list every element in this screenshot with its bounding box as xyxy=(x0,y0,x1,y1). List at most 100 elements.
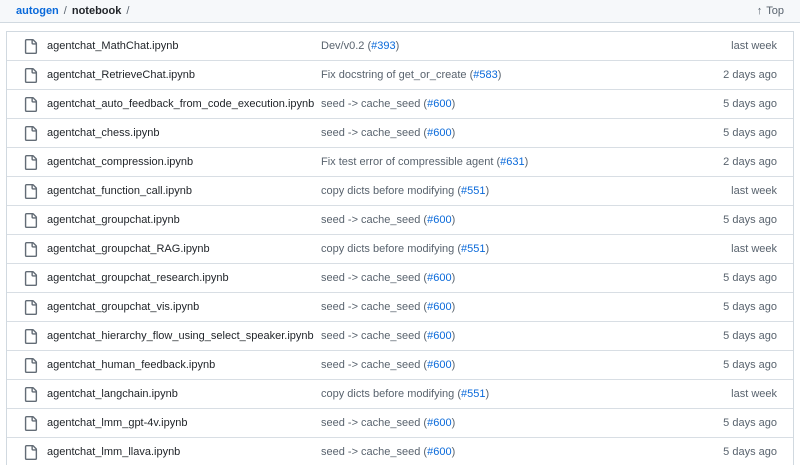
commit-message-text[interactable]: Fix test error of compressible agent ( xyxy=(321,156,500,168)
breadcrumb-current-dir: notebook xyxy=(71,5,122,17)
file-icon xyxy=(23,270,38,286)
file-name-cell: agentchat_hierarchy_flow_using_select_sp… xyxy=(23,328,321,344)
commit-time: 5 days ago xyxy=(723,301,777,313)
file-name[interactable]: agentchat_langchain.ipynb xyxy=(47,388,178,400)
file-icon xyxy=(23,183,38,199)
commit-pr-link[interactable]: #551 xyxy=(461,185,485,197)
commit-message-text[interactable]: seed -> cache_seed ( xyxy=(321,330,427,342)
file-name-cell: agentchat_groupchat_vis.ipynb xyxy=(23,299,321,315)
commit-pr-link[interactable]: #600 xyxy=(427,127,451,139)
breadcrumb-separator: / xyxy=(63,5,67,17)
commit-pr-link[interactable]: #600 xyxy=(427,359,451,371)
commit-message-text[interactable]: Fix docstring of get_or_create ( xyxy=(321,69,473,81)
commit-time: 2 days ago xyxy=(723,69,777,81)
commit-message-text[interactable]: copy dicts before modifying ( xyxy=(321,185,461,197)
commit-pr-link[interactable]: #600 xyxy=(427,272,451,284)
commit-message-cell: Fix test error of compressible agent (#6… xyxy=(321,156,701,168)
file-name[interactable]: agentchat_auto_feedback_from_code_execut… xyxy=(47,98,314,110)
file-name-cell: agentchat_lmm_gpt-4v.ipynb xyxy=(23,415,321,431)
commit-message-text[interactable]: Dev/v0.2 ( xyxy=(321,40,371,52)
commit-message-cell: seed -> cache_seed (#600) xyxy=(321,98,701,110)
commit-message-text[interactable]: seed -> cache_seed ( xyxy=(321,127,427,139)
back-to-top-link[interactable]: ↑ Top xyxy=(757,5,784,17)
file-name[interactable]: agentchat_groupchat_research.ipynb xyxy=(47,272,229,284)
commit-time: 5 days ago xyxy=(723,359,777,371)
file-name[interactable]: agentchat_lmm_llava.ipynb xyxy=(47,446,180,458)
file-name[interactable]: agentchat_lmm_gpt-4v.ipynb xyxy=(47,417,187,429)
file-name[interactable]: agentchat_human_feedback.ipynb xyxy=(47,359,215,371)
file-name-cell: agentchat_lmm_llava.ipynb xyxy=(23,444,321,460)
commit-time: last week xyxy=(731,243,777,255)
file-name[interactable]: agentchat_hierarchy_flow_using_select_sp… xyxy=(47,330,314,342)
breadcrumb-repo-link[interactable]: autogen xyxy=(16,5,59,17)
commit-message-text[interactable]: copy dicts before modifying ( xyxy=(321,243,461,255)
commit-message-text[interactable]: seed -> cache_seed ( xyxy=(321,417,427,429)
commit-pr-link[interactable]: #600 xyxy=(427,330,451,342)
file-icon xyxy=(23,386,38,402)
commit-message-text[interactable]: seed -> cache_seed ( xyxy=(321,272,427,284)
file-name[interactable]: agentchat_function_call.ipynb xyxy=(47,185,192,197)
file-icon xyxy=(23,328,38,344)
table-row: agentchat_groupchat_research.ipynb seed … xyxy=(7,264,793,293)
commit-message-text[interactable]: seed -> cache_seed ( xyxy=(321,214,427,226)
file-icon xyxy=(23,444,38,460)
commit-message-close-paren: ) xyxy=(524,156,529,168)
commit-pr-link[interactable]: #631 xyxy=(500,156,524,168)
commit-pr-link[interactable]: #583 xyxy=(473,69,497,81)
commit-time: 5 days ago xyxy=(723,446,777,458)
commit-time: 5 days ago xyxy=(723,272,777,284)
file-name[interactable]: agentchat_chess.ipynb xyxy=(47,127,160,139)
commit-message-cell: seed -> cache_seed (#600) xyxy=(321,446,701,458)
table-row: agentchat_hierarchy_flow_using_select_sp… xyxy=(7,322,793,351)
file-name-cell: agentchat_groupchat_RAG.ipynb xyxy=(23,241,321,257)
table-row: agentchat_lmm_llava.ipynb seed -> cache_… xyxy=(7,438,793,465)
file-name[interactable]: agentchat_groupchat.ipynb xyxy=(47,214,180,226)
file-name[interactable]: agentchat_MathChat.ipynb xyxy=(47,40,178,52)
file-name[interactable]: agentchat_RetrieveChat.ipynb xyxy=(47,69,195,81)
commit-time: 5 days ago xyxy=(723,127,777,139)
file-icon xyxy=(23,357,38,373)
file-name[interactable]: agentchat_compression.ipynb xyxy=(47,156,193,168)
table-row: agentchat_groupchat_vis.ipynb seed -> ca… xyxy=(7,293,793,322)
commit-message-cell: seed -> cache_seed (#600) xyxy=(321,214,701,226)
commit-message-cell: seed -> cache_seed (#600) xyxy=(321,330,701,342)
file-table-body: agentchat_MathChat.ipynb Dev/v0.2 (#393)… xyxy=(7,32,793,465)
commit-message-text[interactable]: seed -> cache_seed ( xyxy=(321,301,427,313)
commit-pr-link[interactable]: #551 xyxy=(461,243,485,255)
commit-message-text[interactable]: seed -> cache_seed ( xyxy=(321,359,427,371)
commit-time: last week xyxy=(731,40,777,52)
commit-message-cell: seed -> cache_seed (#600) xyxy=(321,272,701,284)
commit-pr-link[interactable]: #600 xyxy=(427,446,451,458)
commit-pr-link[interactable]: #600 xyxy=(427,301,451,313)
breadcrumb-header: autogen / notebook / ↑ Top xyxy=(0,0,800,23)
file-icon xyxy=(23,241,38,257)
commit-message-text[interactable]: copy dicts before modifying ( xyxy=(321,388,461,400)
commit-pr-link[interactable]: #551 xyxy=(461,388,485,400)
commit-message-close-paren: ) xyxy=(451,127,456,139)
commit-pr-link[interactable]: #600 xyxy=(427,417,451,429)
commit-message-close-paren: ) xyxy=(451,272,456,284)
table-row: agentchat_langchain.ipynb copy dicts bef… xyxy=(7,380,793,409)
breadcrumb-trailing-separator: / xyxy=(126,5,130,17)
file-name-cell: agentchat_RetrieveChat.ipynb xyxy=(23,67,321,83)
file-name[interactable]: agentchat_groupchat_RAG.ipynb xyxy=(47,243,210,255)
table-row: agentchat_function_call.ipynb copy dicts… xyxy=(7,177,793,206)
commit-message-cell: Fix docstring of get_or_create (#583) xyxy=(321,69,701,81)
commit-message-text[interactable]: seed -> cache_seed ( xyxy=(321,98,427,110)
commit-pr-link[interactable]: #600 xyxy=(427,98,451,110)
commit-message-close-paren: ) xyxy=(485,243,490,255)
commit-pr-link[interactable]: #600 xyxy=(427,214,451,226)
commit-message-cell: seed -> cache_seed (#600) xyxy=(321,301,701,313)
table-row: agentchat_groupchat.ipynb seed -> cache_… xyxy=(7,206,793,235)
commit-message-text[interactable]: seed -> cache_seed ( xyxy=(321,446,427,458)
commit-pr-link[interactable]: #393 xyxy=(371,40,395,52)
file-icon xyxy=(23,154,38,170)
file-icon xyxy=(23,212,38,228)
commit-message-close-paren: ) xyxy=(451,446,456,458)
file-name[interactable]: agentchat_groupchat_vis.ipynb xyxy=(47,301,199,313)
table-row: agentchat_compression.ipynb Fix test err… xyxy=(7,148,793,177)
file-icon xyxy=(23,38,38,54)
commit-message-close-paren: ) xyxy=(451,359,456,371)
file-name-cell: agentchat_compression.ipynb xyxy=(23,154,321,170)
commit-message-cell: copy dicts before modifying (#551) xyxy=(321,388,701,400)
